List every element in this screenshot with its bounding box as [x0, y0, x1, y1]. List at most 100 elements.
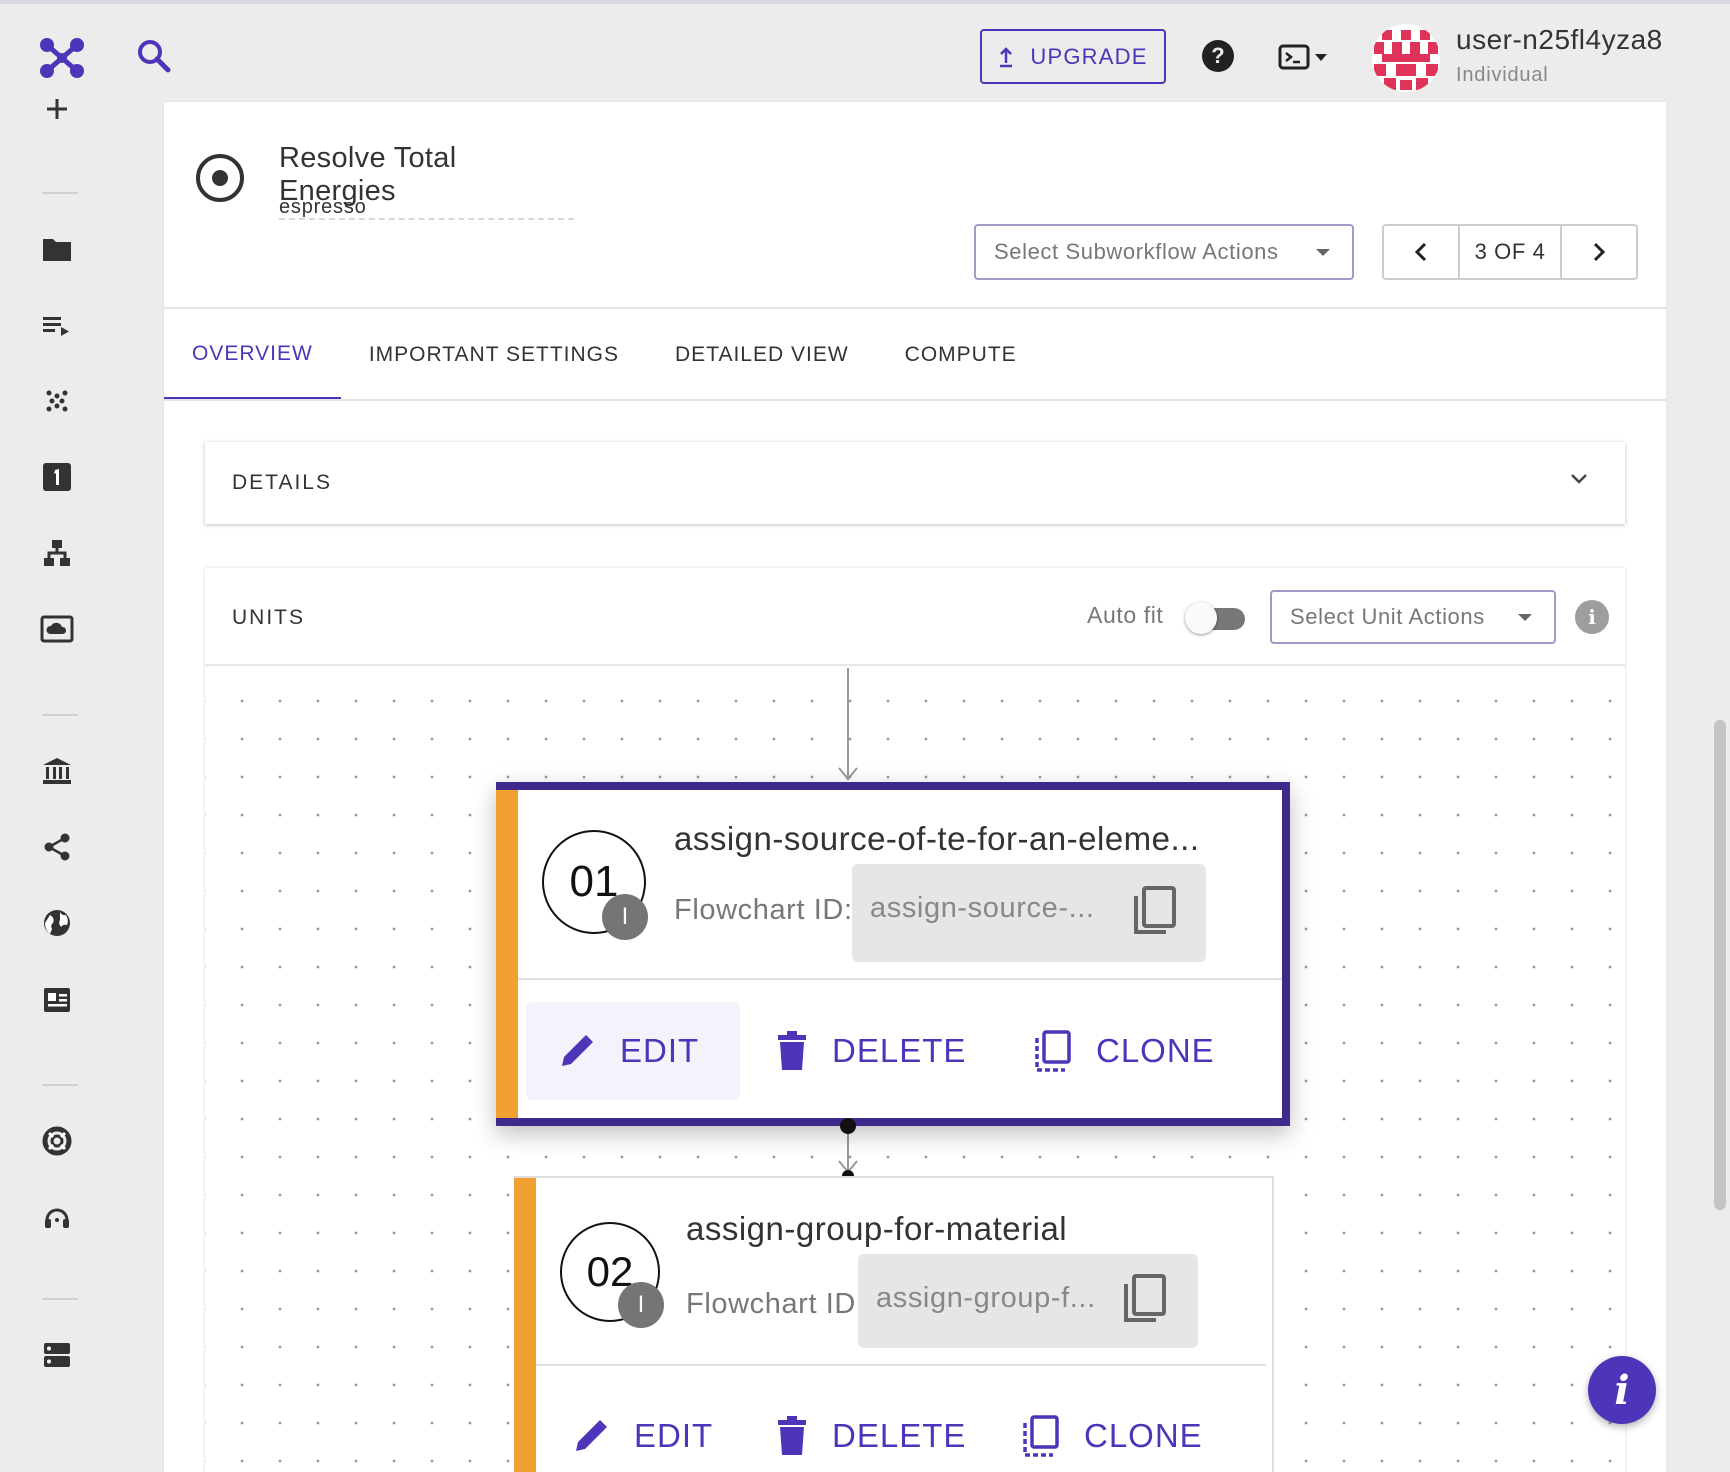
- flowchart-id-label: Flowchart ID:: [674, 894, 853, 926]
- chevron-left-icon: [1414, 242, 1427, 262]
- trash-icon: [778, 1031, 806, 1070]
- avatar[interactable]: [1372, 24, 1440, 92]
- clone-button[interactable]: CLONE: [1034, 1002, 1215, 1100]
- unit-type-stripe: [496, 790, 518, 1118]
- clone-icon: [1023, 1415, 1059, 1457]
- sidebar-divider: [42, 192, 78, 194]
- help-symbol: ?: [1211, 43, 1225, 68]
- next-button[interactable]: [1562, 226, 1636, 278]
- fab-symbol: i: [1614, 1366, 1630, 1414]
- divider: [164, 399, 1666, 401]
- clone-label: CLONE: [1096, 1032, 1215, 1069]
- unit-title: assign-source-of-te-for-an-eleme...: [674, 820, 1200, 857]
- folder-icon[interactable]: [40, 232, 74, 266]
- help-icon[interactable]: ?: [1202, 40, 1234, 72]
- globe-icon[interactable]: [40, 906, 74, 940]
- sidebar-divider: [42, 714, 78, 716]
- search-icon[interactable]: [134, 36, 174, 76]
- clone-label: CLONE: [1084, 1417, 1203, 1454]
- flowchart-id-label: Flowchart ID:: [686, 1288, 865, 1320]
- share-icon[interactable]: [40, 830, 74, 864]
- pencil-icon: [576, 1420, 607, 1451]
- delete-label: DELETE: [832, 1032, 967, 1069]
- units-label: UNITS: [232, 606, 305, 629]
- info-icon[interactable]: i: [1575, 600, 1609, 634]
- divider: [164, 307, 1666, 309]
- unit-actions-select[interactable]: Select Unit Actions: [1270, 590, 1556, 644]
- user-name[interactable]: user-n25fl4yza8: [1456, 24, 1663, 56]
- trash-icon: [778, 1416, 806, 1455]
- subworkflow-pager: 3 OF 4: [1382, 224, 1638, 280]
- flowchart-id-value: assign-group-f...: [876, 1282, 1096, 1314]
- unit-type-stripe: [514, 1178, 536, 1472]
- unit-badge: I: [618, 1282, 664, 1328]
- user-role: Individual: [1456, 64, 1549, 86]
- tab-detailed-view[interactable]: DETAILED VIEW: [647, 310, 877, 400]
- sidebar-divider: [42, 1084, 78, 1086]
- sidebar-divider: [42, 1298, 78, 1300]
- flowchart-canvas[interactable]: 01 I assign-source-of-te-for-an-eleme...…: [205, 668, 1625, 1472]
- upgrade-button[interactable]: UPGRADE: [980, 29, 1166, 84]
- details-label: DETAILS: [232, 471, 332, 494]
- dots-grid-icon[interactable]: [40, 384, 74, 418]
- copy-icon[interactable]: [1132, 886, 1178, 938]
- plus-icon[interactable]: [40, 92, 74, 126]
- playlist-play-icon[interactable]: [40, 308, 74, 342]
- tab-compute[interactable]: COMPUTE: [877, 310, 1045, 400]
- headset-icon[interactable]: [40, 1200, 74, 1234]
- units-section: UNITS Auto fit Select Unit Actions i 01 …: [205, 568, 1625, 1472]
- workflow-panel: Resolve Total Energies espresso Select S…: [164, 102, 1666, 1472]
- prev-button[interactable]: [1384, 226, 1458, 278]
- bank-icon[interactable]: [40, 754, 74, 788]
- copy-icon[interactable]: [1122, 1274, 1168, 1326]
- app-logo-icon[interactable]: [38, 36, 86, 80]
- info-fab-button[interactable]: i: [1588, 1356, 1656, 1424]
- toggle-knob: [1185, 602, 1217, 634]
- workflow-subtitle: espresso: [279, 196, 367, 218]
- delete-button[interactable]: DELETE: [776, 1406, 966, 1466]
- badge-icon[interactable]: [40, 982, 74, 1016]
- edit-label: EDIT: [634, 1417, 714, 1454]
- hierarchy-icon[interactable]: [40, 536, 74, 570]
- numbered-box-icon[interactable]: [40, 460, 74, 494]
- upgrade-label: UPGRADE: [1030, 43, 1148, 69]
- chevron-down-icon: [1571, 474, 1587, 484]
- details-accordion[interactable]: DETAILS: [205, 442, 1625, 524]
- unit-node[interactable]: 01 I assign-source-of-te-for-an-eleme...…: [496, 782, 1290, 1126]
- tab-important-settings[interactable]: IMPORTANT SETTINGS: [341, 310, 647, 400]
- flowchart-id-field: assign-group-f...: [858, 1254, 1198, 1348]
- autofit-label: Auto fit: [1087, 602, 1164, 628]
- edit-button[interactable]: EDIT: [572, 1406, 713, 1466]
- autofit-toggle[interactable]: [1185, 600, 1245, 634]
- target-icon: [194, 152, 246, 204]
- clone-button[interactable]: CLONE: [1022, 1406, 1203, 1466]
- sidebar: [0, 99, 116, 1472]
- pager-label: 3 OF 4: [1458, 226, 1562, 278]
- unit-title: assign-group-for-material: [686, 1210, 1068, 1247]
- unit-divider: [536, 1364, 1266, 1366]
- edit-button[interactable]: EDIT: [526, 1002, 740, 1100]
- lifebuoy-icon[interactable]: [40, 1124, 74, 1158]
- tab-overview[interactable]: OVERVIEW: [164, 310, 341, 400]
- cloud-screen-icon[interactable]: [40, 612, 74, 646]
- units-header: UNITS Auto fit Select Unit Actions i: [205, 568, 1625, 666]
- terminal-menu-icon[interactable]: [1278, 42, 1334, 72]
- dropdown-caret-icon: [1316, 249, 1330, 256]
- subworkflow-actions-placeholder: Select Subworkflow Actions: [994, 239, 1279, 264]
- edit-label: EDIT: [620, 1032, 700, 1069]
- tab-bar: OVERVIEW IMPORTANT SETTINGS DETAILED VIE…: [164, 310, 1045, 400]
- unit-node[interactable]: 02 I assign-group-for-material Flowchart…: [514, 1176, 1274, 1472]
- info-symbol: i: [1588, 605, 1596, 629]
- server-icon[interactable]: [40, 1338, 74, 1372]
- page-scrollbar[interactable]: [1714, 720, 1726, 1210]
- pencil-icon: [562, 1035, 593, 1066]
- unit-badge: I: [602, 894, 648, 940]
- flowchart-id-value: assign-source-...: [870, 892, 1095, 924]
- unit-divider: [518, 978, 1282, 980]
- chevron-right-icon: [1593, 242, 1606, 262]
- dropdown-caret-icon: [1518, 614, 1532, 621]
- subworkflow-actions-select[interactable]: Select Subworkflow Actions: [974, 224, 1354, 280]
- unit-actions-placeholder: Select Unit Actions: [1290, 604, 1485, 629]
- upload-icon: [1000, 46, 1013, 67]
- delete-button[interactable]: DELETE: [776, 1002, 966, 1100]
